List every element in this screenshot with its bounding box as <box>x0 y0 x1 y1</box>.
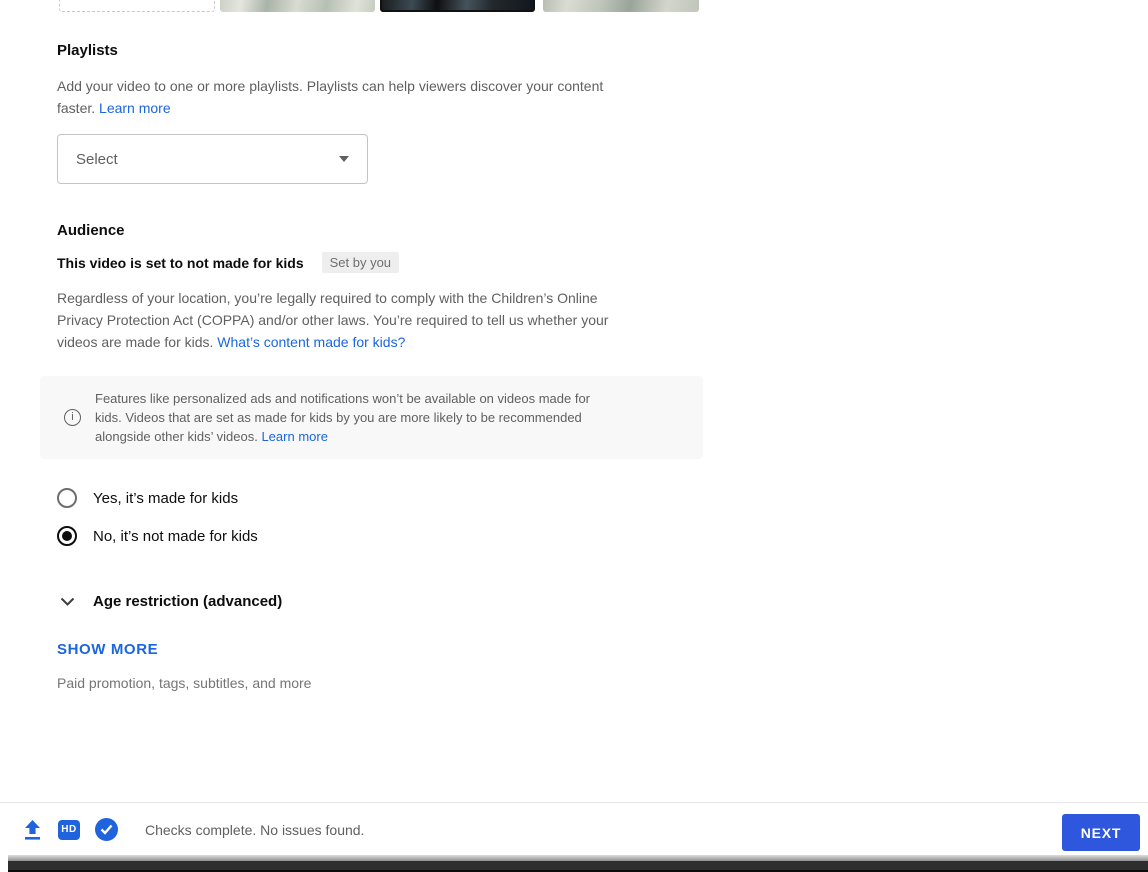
show-more-button[interactable]: SHOW MORE <box>57 641 158 658</box>
processing-status-icons: HD <box>22 818 118 841</box>
checks-complete-icon <box>95 818 118 841</box>
info-icon: i <box>64 409 81 426</box>
playlists-learn-more-link[interactable]: Learn more <box>99 100 171 116</box>
next-button[interactable]: NEXT <box>1062 814 1140 851</box>
kids-info-text-lines: Features like personalized ads and notif… <box>95 391 591 425</box>
upload-progress-icon <box>25 819 40 840</box>
playlists-description-tail: faster. <box>57 100 100 116</box>
checks-status-text: Checks complete. No issues found. <box>145 821 365 838</box>
auto-thumbnail-1[interactable] <box>220 0 375 12</box>
radio-selected-icon[interactable] <box>57 526 77 546</box>
audience-description: Regardless of your location, you’re lega… <box>57 287 725 353</box>
playlists-description: Add your video to one or more playlists.… <box>57 75 717 119</box>
playlists-select-value: Select <box>76 150 118 168</box>
radio-label-yes: Yes, it’s made for kids <box>93 489 239 507</box>
radio-option-made-for-kids[interactable]: Yes, it’s made for kids <box>57 488 238 508</box>
radio-option-not-made-for-kids[interactable]: No, it’s not made for kids <box>57 526 258 546</box>
age-restriction-expander[interactable]: Age restriction (advanced) <box>60 593 282 610</box>
upload-footer-bar: HD Checks complete. No issues found. NEX… <box>0 802 1148 856</box>
audience-description-text: Regardless of your location, you’re lega… <box>57 290 609 328</box>
auto-thumbnail-2-selected[interactable] <box>380 0 535 12</box>
kids-info-tail: alongside other kids’ videos. <box>95 429 262 444</box>
hd-quality-icon: HD <box>58 819 80 840</box>
audience-description-tail: videos are made for kids. <box>57 334 218 350</box>
audience-status-text: This video is set to not made for kids <box>57 254 304 271</box>
kids-info-learn-more-link[interactable]: Learn more <box>261 429 327 444</box>
kids-info-box: i Features like personalized ads and not… <box>40 376 703 459</box>
show-more-hint: Paid promotion, tags, subtitles, and mor… <box>57 675 312 691</box>
playlists-select-dropdown[interactable]: Select <box>57 134 368 184</box>
content-made-for-kids-link[interactable]: What’s content made for kids? <box>217 334 405 350</box>
page-backdrop <box>8 861 1148 872</box>
kids-info-text: Features like personalized ads and notif… <box>95 389 590 446</box>
set-by-you-badge: Set by you <box>321 252 400 273</box>
radio-label-no: No, it’s not made for kids <box>93 527 258 545</box>
audience-status-row: This video is set to not made for kids S… <box>57 252 400 273</box>
age-restriction-label: Age restriction (advanced) <box>93 593 283 610</box>
chevron-down-icon <box>60 597 75 606</box>
auto-thumbnail-3[interactable] <box>543 0 699 12</box>
playlists-heading: Playlists <box>57 42 118 59</box>
radio-unselected-icon[interactable] <box>57 488 77 508</box>
playlists-description-text: Add your video to one or more playlists.… <box>57 78 604 94</box>
caret-down-icon <box>339 156 349 162</box>
audience-heading: Audience <box>57 222 125 239</box>
upload-details-dialog: Playlists Add your video to one or more … <box>0 0 1148 872</box>
upload-thumbnail-placeholder[interactable] <box>59 0 215 12</box>
